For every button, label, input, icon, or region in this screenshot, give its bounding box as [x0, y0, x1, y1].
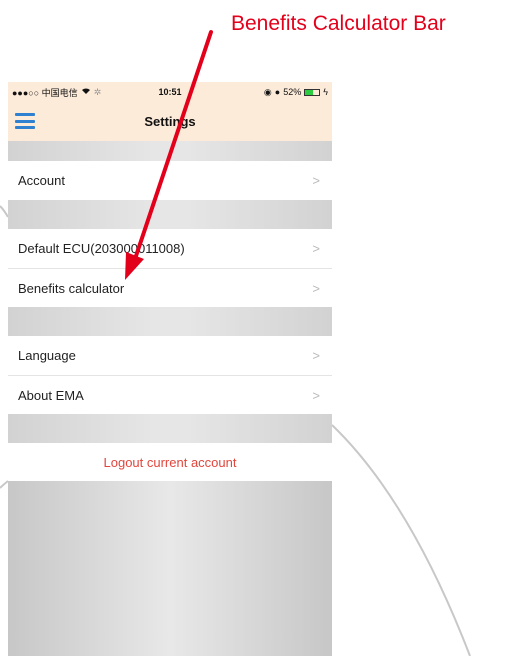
chevron-right-icon: >	[312, 280, 320, 296]
battery-percent: 52%	[283, 87, 302, 97]
settings-item-about-ema[interactable]: About EMA >	[8, 375, 332, 414]
chevron-right-icon: >	[312, 241, 320, 256]
alarm-icon: ●	[274, 87, 281, 97]
settings-item-account[interactable]: Account >	[8, 161, 332, 200]
chevron-right-icon: >	[312, 348, 320, 363]
settings-item-label: Default ECU(203000011008)	[18, 241, 185, 256]
wifi-icon	[81, 87, 91, 97]
logout-button[interactable]: Logout current account	[8, 443, 332, 481]
section-separator	[8, 200, 332, 229]
settings-item-language[interactable]: Language >	[8, 336, 332, 375]
settings-item-default-ecu[interactable]: Default ECU(203000011008) >	[8, 229, 332, 268]
loading-icon: ✲	[93, 86, 102, 97]
charging-icon: ϟ	[323, 87, 328, 97]
chevron-right-icon: >	[312, 387, 320, 403]
settings-item-label: Benefits calculator	[18, 280, 125, 296]
empty-background-area	[8, 481, 332, 656]
battery-fill	[305, 89, 313, 95]
navigation-bar: Settings	[8, 102, 332, 141]
page-title: Settings	[144, 114, 196, 129]
lock-rotation-icon: ◉	[263, 86, 272, 97]
hamburger-menu-icon[interactable]	[15, 113, 35, 129]
settings-item-label: Language	[18, 348, 76, 363]
settings-item-benefits-calculator[interactable]: Benefits calculator >	[8, 268, 332, 307]
section-separator	[8, 414, 332, 443]
battery-icon	[304, 88, 321, 96]
settings-item-label: About EMA	[18, 387, 84, 403]
phone-screen: ●●●○○ 中国电信 ✲ 10:51 ◉ ● 52% ϟ Settings Ac…	[8, 82, 332, 656]
section-separator	[8, 307, 332, 336]
settings-item-label: Account	[18, 173, 65, 188]
status-bar: ●●●○○ 中国电信 ✲ 10:51 ◉ ● 52% ϟ	[8, 82, 332, 102]
chevron-right-icon: >	[312, 173, 320, 188]
carrier-label: ●●●○○ 中国电信	[12, 87, 78, 98]
section-separator	[8, 141, 332, 161]
